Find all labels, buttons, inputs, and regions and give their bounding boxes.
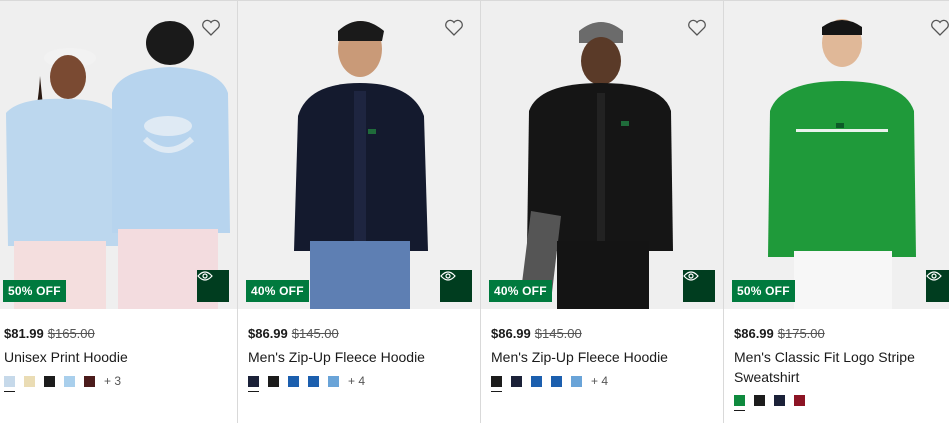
sale-price: $81.99	[4, 326, 44, 341]
sale-price: $86.99	[491, 326, 531, 341]
color-swatch[interactable]	[44, 375, 55, 387]
color-swatches: + 4	[248, 375, 480, 392]
color-swatch[interactable]	[531, 375, 542, 387]
product-image[interactable]: 50% OFF	[724, 1, 949, 309]
color-swatch[interactable]	[248, 375, 259, 392]
price-row: $81.99 $165.00	[4, 326, 237, 342]
wishlist-heart-icon[interactable]	[687, 19, 707, 37]
sale-price: $86.99	[248, 326, 288, 341]
original-price: $145.00	[534, 326, 582, 341]
more-colors-count[interactable]: + 4	[591, 375, 608, 387]
more-colors-count[interactable]: + 3	[104, 375, 121, 387]
virtual-try-on-button[interactable]	[683, 270, 715, 302]
color-swatch[interactable]	[754, 395, 765, 406]
price-row: $86.99 $145.00	[248, 326, 480, 342]
product-card[interactable]: 40% OFF $86.99 $145.00 Men's Zip-Up Flee…	[481, 0, 724, 423]
price-row: $86.99 $175.00	[734, 326, 949, 342]
original-price: $145.00	[291, 326, 339, 341]
virtual-try-on-button[interactable]	[926, 270, 949, 302]
color-swatches: + 4	[491, 375, 723, 392]
wishlist-heart-icon[interactable]	[201, 19, 221, 37]
sale-price: $86.99	[734, 326, 774, 341]
product-card[interactable]: 50% OFF $86.99 $175.00 Men's Classic Fit…	[724, 0, 949, 423]
virtual-try-on-button[interactable]	[197, 270, 229, 302]
product-name[interactable]: Unisex Print Hoodie	[4, 347, 209, 367]
color-swatch[interactable]	[84, 375, 95, 387]
color-swatch[interactable]	[774, 395, 785, 406]
color-swatch[interactable]	[64, 375, 75, 387]
color-swatch[interactable]	[491, 375, 502, 392]
product-card[interactable]: 40% OFF $86.99 $145.00 Men's Zip-Up Flee…	[238, 0, 481, 423]
wishlist-heart-icon[interactable]	[930, 19, 949, 37]
color-swatches: + 3	[4, 375, 237, 392]
color-swatch[interactable]	[4, 375, 15, 392]
color-swatch[interactable]	[734, 395, 745, 411]
discount-badge: 40% OFF	[246, 280, 309, 302]
product-name[interactable]: Men's Zip-Up Fleece Hoodie	[248, 347, 453, 367]
product-image[interactable]: 40% OFF	[481, 1, 723, 309]
color-swatch[interactable]	[308, 375, 319, 387]
color-swatch[interactable]	[551, 375, 562, 387]
color-swatches	[734, 395, 949, 411]
color-swatch[interactable]	[288, 375, 299, 387]
more-colors-count[interactable]: + 4	[348, 375, 365, 387]
color-swatch[interactable]	[511, 375, 522, 387]
product-grid: 50% OFF $81.99 $165.00 Unisex Print Hood…	[0, 0, 949, 423]
virtual-try-on-button[interactable]	[440, 270, 472, 302]
product-name[interactable]: Men's Zip-Up Fleece Hoodie	[491, 347, 696, 367]
discount-badge: 50% OFF	[732, 280, 795, 302]
color-swatch[interactable]	[794, 395, 805, 406]
product-photo-zip-hoodie-navy	[238, 1, 480, 309]
color-swatch[interactable]	[268, 375, 279, 387]
product-image[interactable]: 50% OFF	[0, 1, 237, 309]
original-price: $175.00	[777, 326, 825, 341]
product-photo-zip-hoodie-black	[481, 1, 723, 309]
discount-badge: 50% OFF	[3, 280, 66, 302]
color-swatch[interactable]	[24, 375, 35, 387]
product-card[interactable]: 50% OFF $81.99 $165.00 Unisex Print Hood…	[0, 0, 238, 423]
product-name[interactable]: Men's Classic Fit Logo Stripe Sweatshirt	[734, 347, 939, 387]
color-swatch[interactable]	[328, 375, 339, 387]
product-photo-unisex-hoodie	[0, 1, 237, 309]
price-row: $86.99 $145.00	[491, 326, 723, 342]
product-image[interactable]: 40% OFF	[238, 1, 480, 309]
wishlist-heart-icon[interactable]	[444, 19, 464, 37]
product-photo-logo-stripe-sweatshirt	[724, 1, 949, 309]
color-swatch[interactable]	[571, 375, 582, 387]
discount-badge: 40% OFF	[489, 280, 552, 302]
original-price: $165.00	[47, 326, 95, 341]
